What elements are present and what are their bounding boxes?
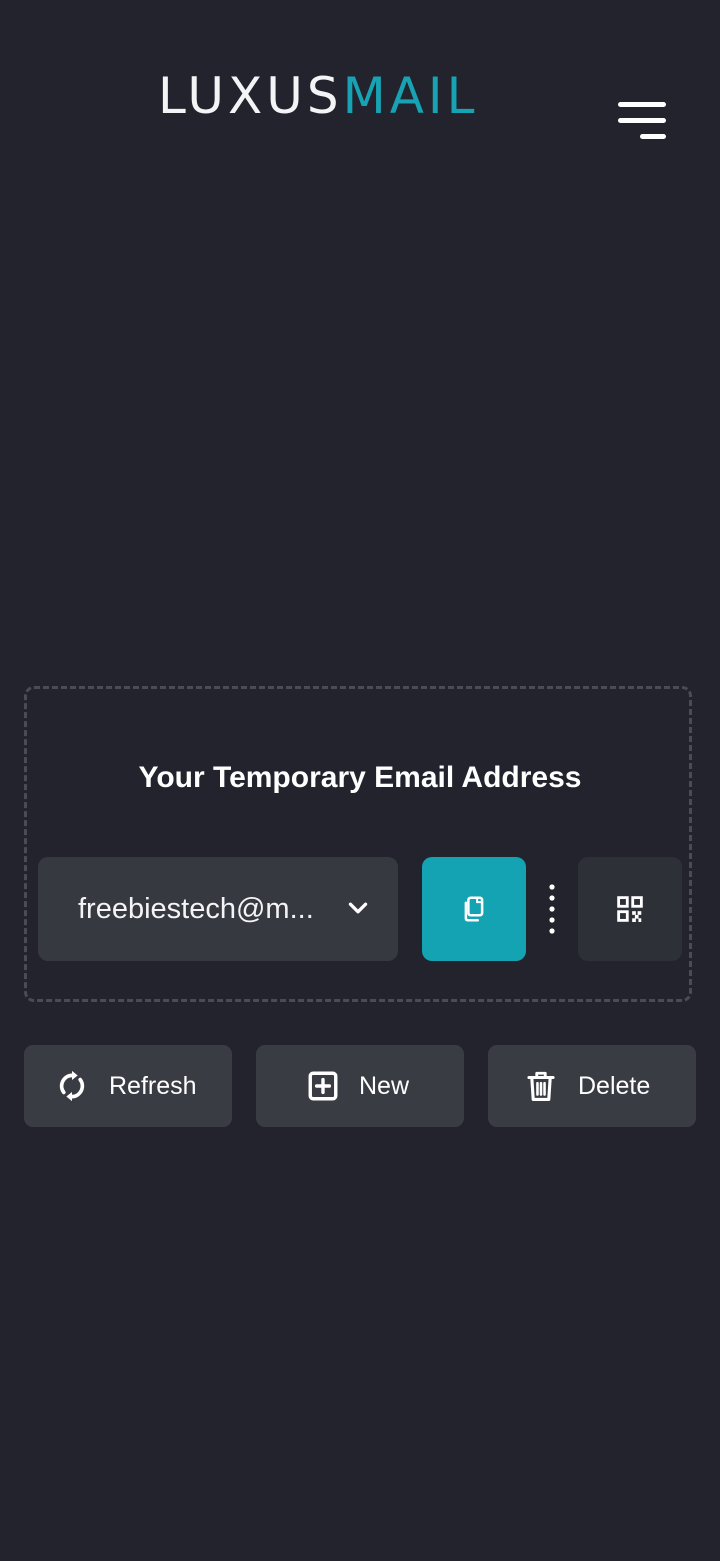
delete-button-label: Delete — [578, 1072, 651, 1100]
email-address-value: freebiestech@m... — [78, 892, 314, 925]
logo-text-luxus: LUXUS — [158, 67, 343, 125]
delete-email-button[interactable]: Delete — [488, 1045, 696, 1127]
plus-square-icon — [308, 1071, 338, 1101]
copy-email-button[interactable] — [422, 857, 526, 961]
qr-code-button[interactable] — [578, 857, 682, 961]
menu-line-middle — [618, 118, 666, 123]
qr-code-icon — [617, 896, 643, 922]
luxusmail-logo[interactable]: LUXUS MAIL — [158, 66, 479, 126]
trash-icon — [527, 1071, 555, 1102]
email-address-dropdown[interactable]: freebiestech@m... — [38, 857, 398, 961]
logo-text-mail: MAIL — [342, 67, 479, 125]
refresh-icon — [59, 1070, 85, 1102]
copy-icon — [464, 896, 484, 922]
menu-line-bottom — [640, 134, 666, 139]
refresh-button[interactable]: Refresh — [24, 1045, 232, 1127]
menu-line-top — [618, 102, 666, 107]
chevron-down-icon — [348, 902, 368, 914]
card-title: Your Temporary Email Address — [138, 761, 582, 794]
hamburger-menu-button[interactable] — [612, 100, 666, 144]
refresh-button-label: Refresh — [109, 1072, 197, 1100]
more-options-icon[interactable] — [544, 882, 560, 936]
new-button-label: New — [359, 1072, 410, 1100]
new-email-button[interactable]: New — [256, 1045, 464, 1127]
